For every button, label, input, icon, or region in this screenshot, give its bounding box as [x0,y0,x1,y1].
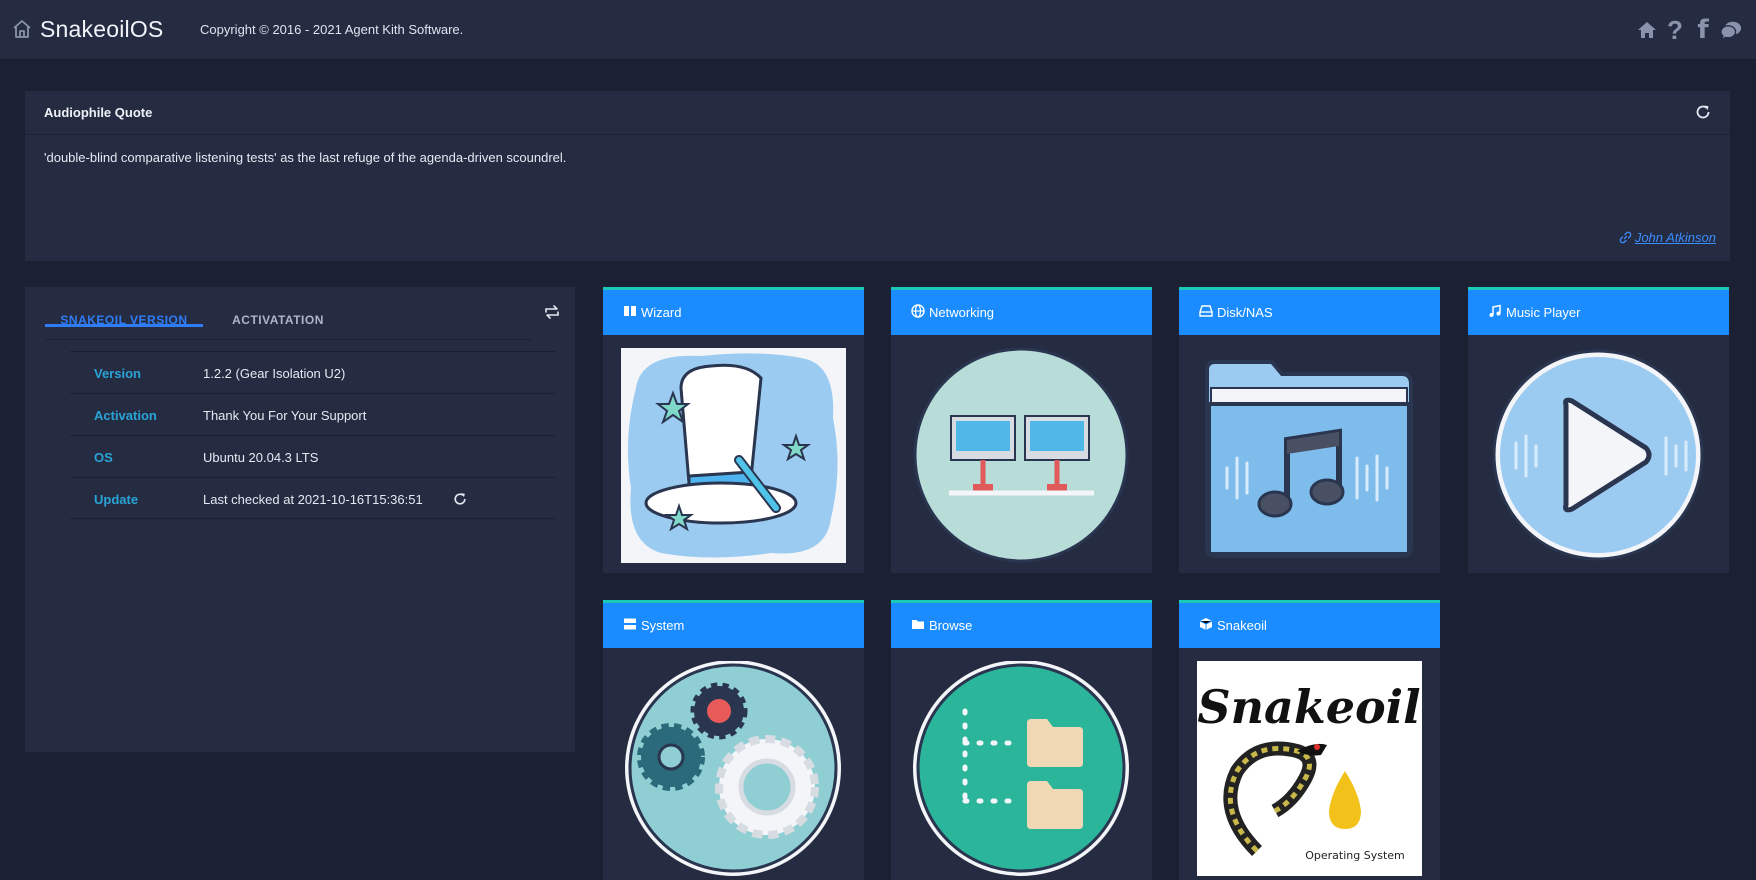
chat-icon[interactable] [1720,17,1742,43]
snakeoil-logo-subtext: Operating System [1305,849,1405,862]
quote-card: Audiophile Quote 'double-blind comparati… [24,90,1731,262]
swap-icon[interactable] [543,303,561,321]
row-value-os: Ubuntu 20.04.3 LTS [203,450,319,465]
tabs-divider [45,339,533,340]
quote-header: Audiophile Quote [25,91,1730,135]
link-icon [1619,231,1632,244]
brand-title[interactable]: SnakeoilOS [40,16,163,43]
tile-header[interactable]: Browse [891,600,1152,648]
table-row: Update Last checked at 2021-10-16T15:36:… [70,477,556,519]
home-icon[interactable] [12,19,32,39]
tile-label: Music Player [1506,305,1581,320]
tile-disk-nas[interactable]: Disk/NAS [1178,286,1441,574]
table-row: OS Ubuntu 20.04.3 LTS [70,435,556,477]
quote-text: 'double-blind comparative listening test… [44,150,567,165]
version-panel: SNAKEOIL VERSION ACTIVATATION Version 1.… [24,286,576,753]
tile-header[interactable]: Disk/NAS [1179,287,1440,335]
top-icon-bar: ? f [1636,17,1742,43]
tile-label: Disk/NAS [1217,305,1273,320]
music-note-icon [1489,304,1501,317]
browse-illustration [913,661,1129,876]
gears-illustration [625,661,841,876]
row-key-update: Update [94,492,139,507]
top-bar: SnakeoilOS Copyright © 2016 - 2021 Agent… [0,0,1756,60]
wizard-hat-illustration [621,348,846,563]
cube-icon [1199,618,1213,630]
server-icon [624,618,636,630]
tile-networking[interactable]: Networking [890,286,1153,574]
tile-header[interactable]: Wizard [603,287,864,335]
tile-label: System [641,618,685,633]
row-value-update: Last checked at 2021-10-16T15:36:51 [203,492,423,507]
hdd-icon [1199,305,1213,317]
row-key-activation: Activation [94,408,157,423]
home-icon[interactable] [1636,17,1658,43]
tile-label: Networking [929,305,995,320]
tile-browse[interactable]: Browse [890,599,1153,880]
refresh-icon[interactable] [1694,103,1712,121]
copyright-text: Copyright © 2016 - 2021 Agent Kith Softw… [200,22,464,37]
quote-author-link[interactable]: John Atkinson [1619,230,1716,245]
tile-label: Wizard [641,305,682,320]
music-folder-illustration [1203,360,1416,558]
quote-title: Audiophile Quote [44,105,153,120]
play-button-illustration [1492,349,1704,561]
folder-icon [912,620,924,629]
refresh-icon[interactable] [452,491,468,507]
tile-wizard[interactable]: Wizard [602,286,865,574]
help-icon[interactable]: ? [1664,17,1686,43]
facebook-icon[interactable]: f [1692,17,1714,43]
book-icon [624,306,636,316]
version-info-table: Version 1.2.2 (Gear Isolation U2) Activa… [70,351,556,519]
svg-text:Snakeoil: Snakeoil [1197,680,1420,734]
row-key-os: OS [94,450,113,465]
tile-label: Snakeoil [1217,618,1267,633]
globe-icon [911,304,925,318]
tile-label: Browse [929,618,973,633]
table-row: Version 1.2.2 (Gear Isolation U2) [70,351,556,393]
table-row: Activation Thank You For Your Support [70,393,556,435]
tile-snakeoil[interactable]: Snakeoil Snakeoil Operating System [1178,599,1441,880]
tile-music-player[interactable]: Music Player [1467,286,1730,574]
networking-illustration [913,348,1129,563]
row-value-version: 1.2.2 (Gear Isolation U2) [203,366,346,381]
tile-header[interactable]: Snakeoil [1179,600,1440,648]
row-value-activation: Thank You For Your Support [203,408,367,423]
tile-system[interactable]: System [602,599,865,880]
row-key-version: Version [94,366,141,381]
tile-header[interactable]: System [603,600,864,648]
tile-header[interactable]: Music Player [1468,287,1729,335]
tile-header[interactable]: Networking [891,287,1152,335]
tab-snakeoil-version[interactable]: SNAKEOIL VERSION [45,287,203,327]
snakeoil-logo: Snakeoil Operating System [1197,661,1422,876]
quote-author[interactable]: John Atkinson [1635,230,1716,245]
tab-activation[interactable]: ACTIVATATION [203,287,353,327]
